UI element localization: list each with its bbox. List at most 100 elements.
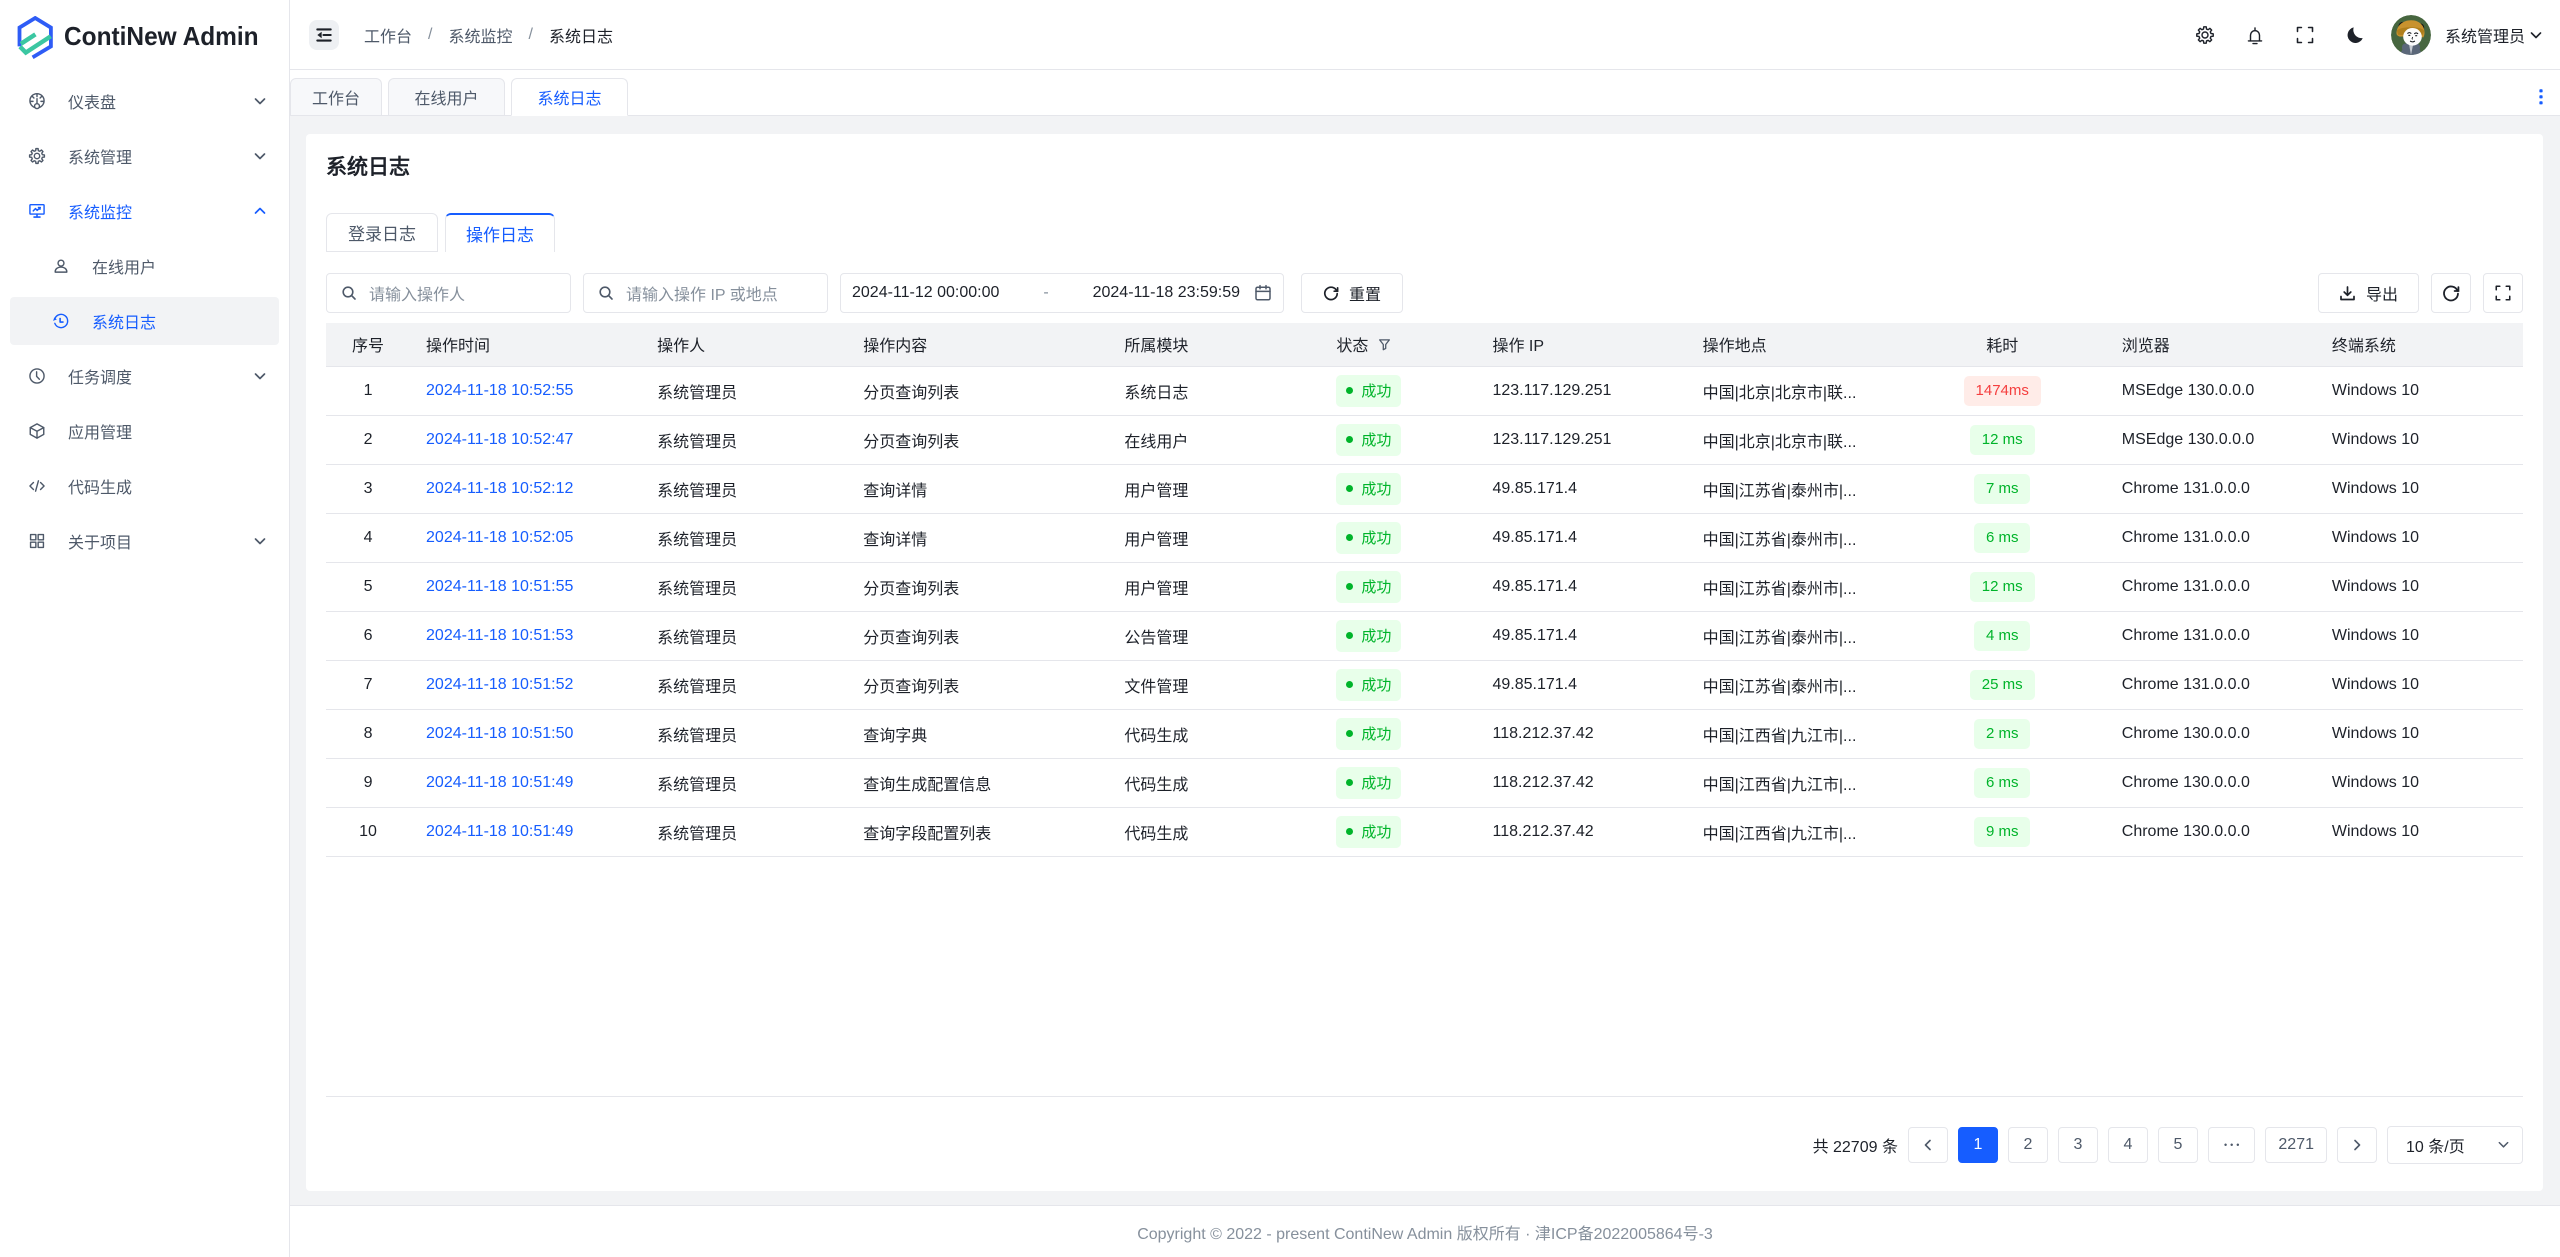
- breadcrumb-item[interactable]: 系统监控: [448, 23, 512, 47]
- search-icon: [598, 285, 614, 301]
- cell-ip: 118.212.37.42: [1476, 709, 1686, 758]
- export-button[interactable]: 导出: [2318, 273, 2419, 313]
- pagination-page-4[interactable]: 4: [2108, 1127, 2148, 1163]
- page-size-value: 10 条/页: [2406, 1133, 2465, 1157]
- date-end[interactable]: 2024-11-18 23:59:59: [1093, 284, 1240, 302]
- cell-time[interactable]: 2024-11-18 10:52:47: [410, 415, 641, 464]
- collapse-sidebar-button[interactable]: [309, 20, 339, 50]
- pagination-page-2271[interactable]: 2271: [2265, 1127, 2327, 1163]
- sidebar-item-online-users[interactable]: 在线用户: [10, 242, 279, 290]
- sidebar-item-system-monitor[interactable]: 系统监控: [10, 187, 279, 235]
- fullscreen-table-button[interactable]: [2483, 273, 2523, 313]
- cell-time[interactable]: 2024-11-18 10:51:49: [410, 807, 641, 856]
- sidebar: ContiNew Admin 仪表盘 系统管理: [0, 0, 290, 1257]
- app: ContiNew Admin 仪表盘 系统管理: [0, 0, 2560, 1257]
- cell-duration: 12 ms: [1899, 415, 2106, 464]
- logo[interactable]: ContiNew Admin: [0, 0, 289, 72]
- history-icon: [52, 312, 70, 330]
- table-row: 72024-11-18 10:51:52系统管理员分页查询列表文件管理成功49.…: [326, 660, 2523, 709]
- chevron-down-icon: [253, 369, 267, 383]
- cell-browser: Chrome 131.0.0.0: [2106, 611, 2316, 660]
- cell-os: Windows 10: [2316, 366, 2523, 415]
- col-header-os: 终端系统: [2316, 323, 2523, 366]
- reset-label: 重置: [1349, 281, 1381, 305]
- sidebar-item-app-management[interactable]: 应用管理: [10, 407, 279, 455]
- date-range-picker[interactable]: 2024-11-12 00:00:00 - 2024-11-18 23:59:5…: [840, 273, 1284, 313]
- pagination-next-button[interactable]: [2337, 1127, 2377, 1163]
- settings-gear-icon[interactable]: [2195, 25, 2215, 45]
- cell-ip: 118.212.37.42: [1476, 758, 1686, 807]
- reset-button[interactable]: 重置: [1301, 273, 1403, 313]
- avatar[interactable]: [2391, 15, 2431, 55]
- tab-operation-log[interactable]: 操作日志: [445, 213, 555, 252]
- breadcrumb-item-current: 系统日志: [549, 23, 613, 47]
- chevron-down-icon: [253, 534, 267, 548]
- breadcrumb-item[interactable]: 工作台: [364, 23, 412, 47]
- cell-time[interactable]: 2024-11-18 10:51:50: [410, 709, 641, 758]
- status-badge: 成功: [1336, 522, 1401, 554]
- status-badge: 成功: [1336, 620, 1401, 652]
- fullscreen-icon[interactable]: [2295, 25, 2315, 45]
- pagination-prev-button[interactable]: [1908, 1127, 1948, 1163]
- cell-operator: 系统管理员: [641, 807, 847, 856]
- cell-os: Windows 10: [2316, 562, 2523, 611]
- dark-mode-moon-icon[interactable]: [2345, 25, 2365, 45]
- cell-time[interactable]: 2024-11-18 10:52:05: [410, 513, 641, 562]
- cell-content: 分页查询列表: [847, 366, 1108, 415]
- cell-content: 查询详情: [847, 464, 1108, 513]
- nav-tab-system-log[interactable]: 系统日志: [511, 78, 628, 116]
- pagination-page-1[interactable]: 1: [1958, 1127, 1998, 1163]
- status-dot-icon: [1346, 485, 1353, 492]
- date-start[interactable]: 2024-11-12 00:00:00: [852, 284, 999, 302]
- duration-badge: 4 ms: [1974, 621, 2031, 651]
- cell-duration: 9 ms: [1899, 807, 2106, 856]
- cell-status: 成功: [1320, 366, 1476, 415]
- cell-time[interactable]: 2024-11-18 10:51:55: [410, 562, 641, 611]
- status-dot-icon: [1346, 534, 1353, 541]
- sidebar-item-about-project[interactable]: 关于项目: [10, 517, 279, 565]
- date-separator: -: [999, 284, 1092, 302]
- pagination-page-5[interactable]: 5: [2158, 1127, 2198, 1163]
- pagination-ellipsis[interactable]: •••: [2208, 1127, 2255, 1163]
- clock-icon: [28, 367, 46, 385]
- cell-duration: 6 ms: [1899, 513, 2106, 562]
- sidebar-item-system-log[interactable]: 系统日志: [10, 297, 279, 345]
- cell-location: 中国|江苏省|泰州市|...: [1687, 562, 1899, 611]
- pagination-page-2[interactable]: 2: [2008, 1127, 2048, 1163]
- sidebar-item-dashboard[interactable]: 仪表盘: [10, 77, 279, 125]
- sidebar-item-label: 应用管理: [68, 419, 267, 443]
- cell-time[interactable]: 2024-11-18 10:52:55: [410, 366, 641, 415]
- col-header-module: 所属模块: [1108, 323, 1320, 366]
- nav-tab-workbench[interactable]: 工作台: [290, 78, 382, 116]
- cell-no: 6: [326, 611, 410, 660]
- filter-funnel-icon[interactable]: [1378, 338, 1391, 351]
- duration-badge: 12 ms: [1970, 425, 2035, 455]
- sidebar-item-label: 在线用户: [92, 254, 267, 278]
- filter-bar: 请输入操作人 请输入操作 IP 或地点 2024-11-12 00:00:00 …: [326, 273, 2523, 313]
- col-header-time: 操作时间: [410, 323, 641, 366]
- duration-badge: 7 ms: [1974, 474, 2031, 504]
- notification-bell-icon[interactable]: [2245, 25, 2265, 45]
- sidebar-item-task-schedule[interactable]: 任务调度: [10, 352, 279, 400]
- input-placeholder: 请输入操作人: [369, 281, 465, 305]
- refresh-table-button[interactable]: [2431, 273, 2471, 313]
- operator-search-input[interactable]: 请输入操作人: [326, 273, 571, 313]
- cell-time[interactable]: 2024-11-18 10:52:12: [410, 464, 641, 513]
- nav-tab-online-users[interactable]: 在线用户: [388, 78, 505, 116]
- ip-search-input[interactable]: 请输入操作 IP 或地点: [583, 273, 828, 313]
- sidebar-item-code-generation[interactable]: 代码生成: [10, 462, 279, 510]
- cell-browser: MSEdge 130.0.0.0: [2106, 366, 2316, 415]
- tab-menu-dots-icon[interactable]: [2539, 89, 2543, 105]
- cell-browser: Chrome 131.0.0.0: [2106, 464, 2316, 513]
- col-header-status-label: 状态: [1336, 332, 1368, 356]
- cell-time[interactable]: 2024-11-18 10:51:53: [410, 611, 641, 660]
- duration-badge: 9 ms: [1974, 817, 2031, 847]
- tab-login-log[interactable]: 登录日志: [326, 213, 438, 252]
- page-size-select[interactable]: 10 条/页: [2387, 1126, 2523, 1164]
- pagination-page-3[interactable]: 3: [2058, 1127, 2098, 1163]
- username[interactable]: 系统管理员: [2445, 23, 2525, 47]
- cell-no: 7: [326, 660, 410, 709]
- cell-time[interactable]: 2024-11-18 10:51:49: [410, 758, 641, 807]
- sidebar-item-system-management[interactable]: 系统管理: [10, 132, 279, 180]
- cell-time[interactable]: 2024-11-18 10:51:52: [410, 660, 641, 709]
